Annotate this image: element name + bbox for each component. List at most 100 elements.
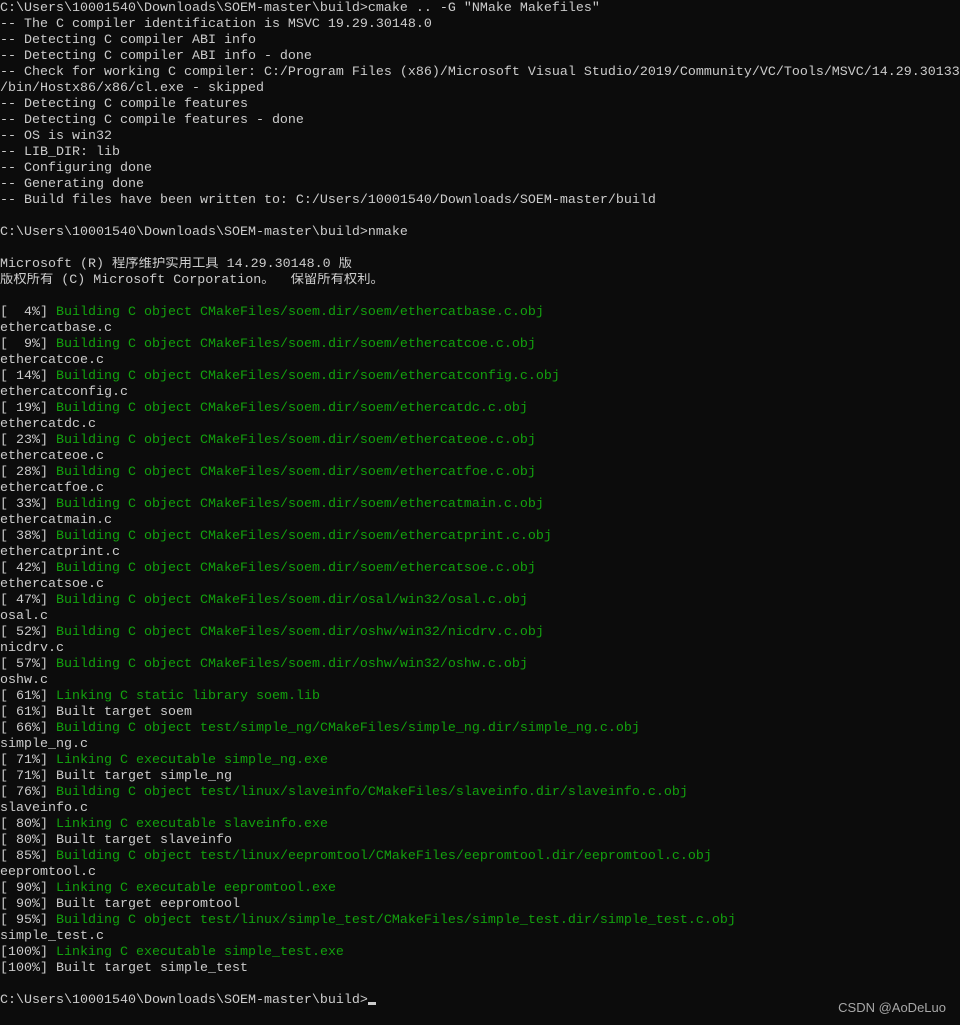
terminal-line: simple_test.c xyxy=(0,929,960,945)
build-step-text: Building C object CMakeFiles/soem.dir/so… xyxy=(56,465,536,480)
terminal-line: C:\Users\10001540\Downloads\SOEM-master\… xyxy=(0,993,960,1009)
output-text: ethercatcoe.c xyxy=(0,353,104,368)
output-text: [ 90%] xyxy=(0,881,56,896)
build-step-text: Building C object CMakeFiles/soem.dir/so… xyxy=(56,369,560,384)
build-step-text: Building C object CMakeFiles/soem.dir/os… xyxy=(56,657,528,672)
output-text: [ 38%] xyxy=(0,529,56,544)
output-text: -- LIB_DIR: lib xyxy=(0,145,120,160)
output-text: [100%] xyxy=(0,945,56,960)
terminal-line: -- Detecting C compiler ABI info xyxy=(0,33,960,49)
terminal-line: -- Build files have been written to: C:/… xyxy=(0,193,960,209)
terminal-line: [ 23%] Building C object CMakeFiles/soem… xyxy=(0,433,960,449)
terminal-line: [ 38%] Building C object CMakeFiles/soem… xyxy=(0,529,960,545)
terminal-line: -- Configuring done xyxy=(0,161,960,177)
output-text: ethercatdc.c xyxy=(0,417,96,432)
terminal-line: [ 80%] Built target slaveinfo xyxy=(0,833,960,849)
terminal-line: -- Check for working C compiler: C:/Prog… xyxy=(0,65,960,81)
output-text: ethercatconfig.c xyxy=(0,385,128,400)
terminal-line: [ 90%] Linking C executable eepromtool.e… xyxy=(0,881,960,897)
terminal-line: -- Detecting C compile features xyxy=(0,97,960,113)
output-text: osal.c xyxy=(0,609,48,624)
output-text: simple_test.c xyxy=(0,929,104,944)
terminal-line: [ 14%] Building C object CMakeFiles/soem… xyxy=(0,369,960,385)
output-text: C:\Users\10001540\Downloads\SOEM-master\… xyxy=(0,1,600,16)
output-text: 版权所有 (C) Microsoft Corporation。 保留所有权利。 xyxy=(0,273,384,288)
output-text: ethercatprint.c xyxy=(0,545,120,560)
output-text: [ 61%] xyxy=(0,689,56,704)
terminal-line: [ 33%] Building C object CMakeFiles/soem… xyxy=(0,497,960,513)
terminal-line: /bin/Hostx86/x86/cl.exe - skipped xyxy=(0,81,960,97)
output-text: [ 47%] xyxy=(0,593,56,608)
build-step-text: Building C object CMakeFiles/soem.dir/so… xyxy=(56,529,552,544)
terminal-line: [ 71%] Linking C executable simple_ng.ex… xyxy=(0,753,960,769)
build-step-text: Building C object CMakeFiles/soem.dir/so… xyxy=(56,305,544,320)
output-text: [ 76%] xyxy=(0,785,56,800)
output-text: [ 4%] xyxy=(0,305,56,320)
build-step-text: Building C object test/linux/simple_test… xyxy=(56,913,736,928)
terminal-line: slaveinfo.c xyxy=(0,801,960,817)
terminal-line: ethercatcoe.c xyxy=(0,353,960,369)
output-text: [ 19%] xyxy=(0,401,56,416)
output-text: -- Detecting C compiler ABI info xyxy=(0,33,256,48)
terminal-line: ethercateoe.c xyxy=(0,449,960,465)
output-text: -- The C compiler identification is MSVC… xyxy=(0,17,432,32)
output-text: ethercatsoe.c xyxy=(0,577,104,592)
output-text: C:\Users\10001540\Downloads\SOEM-master\… xyxy=(0,225,408,240)
output-text: -- OS is win32 xyxy=(0,129,112,144)
terminal-line: -- LIB_DIR: lib xyxy=(0,145,960,161)
output-text: [ 71%] xyxy=(0,753,56,768)
output-text: [ 23%] xyxy=(0,433,56,448)
terminal-line: ethercatdc.c xyxy=(0,417,960,433)
terminal-line: eepromtool.c xyxy=(0,865,960,881)
build-step-text: Building C object CMakeFiles/soem.dir/os… xyxy=(56,625,544,640)
terminal-line: -- Generating done xyxy=(0,177,960,193)
terminal-line: [ 85%] Building C object test/linux/eepr… xyxy=(0,849,960,865)
output-text: [100%] Built target simple_test xyxy=(0,961,248,976)
output-text: -- Build files have been written to: C:/… xyxy=(0,193,656,208)
terminal-line: -- Detecting C compile features - done xyxy=(0,113,960,129)
output-text: /bin/Hostx86/x86/cl.exe - skipped xyxy=(0,81,264,96)
terminal-line: [ 95%] Building C object test/linux/simp… xyxy=(0,913,960,929)
terminal-line: ethercatprint.c xyxy=(0,545,960,561)
output-text: [ 71%] Built target simple_ng xyxy=(0,769,232,784)
output-text: slaveinfo.c xyxy=(0,801,88,816)
output-text: ethercatfoe.c xyxy=(0,481,104,496)
output-text: [ 14%] xyxy=(0,369,56,384)
terminal-line: -- Detecting C compiler ABI info - done xyxy=(0,49,960,65)
output-text: [ 42%] xyxy=(0,561,56,576)
terminal-line: simple_ng.c xyxy=(0,737,960,753)
output-text: [ 33%] xyxy=(0,497,56,512)
output-text: -- Detecting C compile features xyxy=(0,97,248,112)
output-text: -- Detecting C compiler ABI info - done xyxy=(0,49,312,64)
output-text: Microsoft (R) 程序维护实用工具 14.29.30148.0 版 xyxy=(0,257,352,272)
build-step-text: Building C object CMakeFiles/soem.dir/so… xyxy=(56,497,544,512)
terminal-output[interactable]: C:\Users\10001540\Downloads\SOEM-master\… xyxy=(0,1,960,1009)
build-step-text: Linking C executable slaveinfo.exe xyxy=(56,817,328,832)
terminal-line: -- The C compiler identification is MSVC… xyxy=(0,17,960,33)
build-step-text: Linking C executable simple_test.exe xyxy=(56,945,344,960)
terminal-line: ethercatbase.c xyxy=(0,321,960,337)
terminal-line: [ 9%] Building C object CMakeFiles/soem.… xyxy=(0,337,960,353)
output-text: -- Generating done xyxy=(0,177,144,192)
terminal-line: [ 19%] Building C object CMakeFiles/soem… xyxy=(0,401,960,417)
output-text: ethercatmain.c xyxy=(0,513,112,528)
build-step-text: Linking C executable eepromtool.exe xyxy=(56,881,336,896)
build-step-text: Linking C static library soem.lib xyxy=(56,689,320,704)
output-text: [ 80%] xyxy=(0,817,56,832)
terminal-line: osal.c xyxy=(0,609,960,625)
output-text: C:\Users\10001540\Downloads\SOEM-master\… xyxy=(0,993,368,1008)
output-text: [ 28%] xyxy=(0,465,56,480)
text-cursor xyxy=(367,1002,376,1005)
terminal-line: [ 42%] Building C object CMakeFiles/soem… xyxy=(0,561,960,577)
output-text: [ 57%] xyxy=(0,657,56,672)
build-step-text: Building C object CMakeFiles/soem.dir/so… xyxy=(56,433,536,448)
output-text: [ 95%] xyxy=(0,913,56,928)
terminal-line: [ 66%] Building C object test/simple_ng/… xyxy=(0,721,960,737)
watermark: CSDN @AoDeLuo xyxy=(838,1000,946,1015)
terminal-line: C:\Users\10001540\Downloads\SOEM-master\… xyxy=(0,225,960,241)
terminal-line: nicdrv.c xyxy=(0,641,960,657)
output-text: [ 80%] Built target slaveinfo xyxy=(0,833,232,848)
